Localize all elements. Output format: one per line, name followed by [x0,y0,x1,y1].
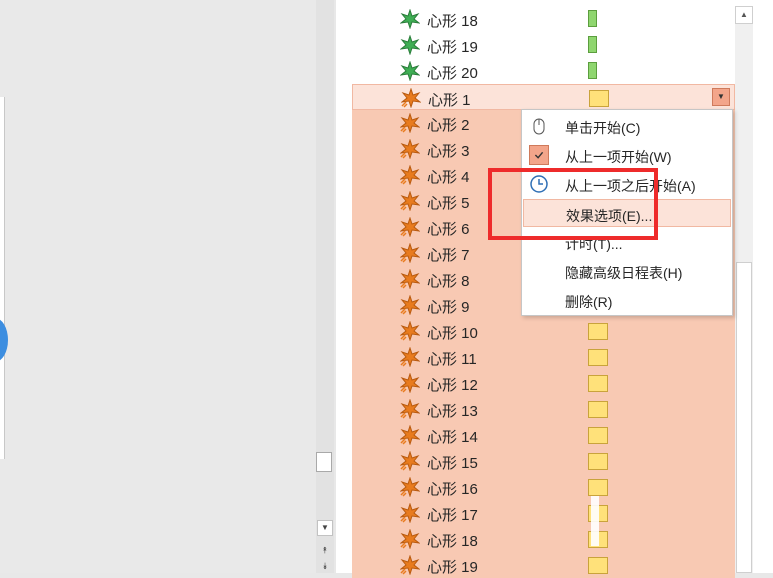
animation-item[interactable]: 心形 12 [352,370,735,396]
mouse-icon [533,118,545,135]
animation-item-label: 心形 18 [427,13,478,30]
emphasis-effect-icon [400,35,420,55]
timeline-bar[interactable] [588,453,608,470]
editor-scrollbar-thumb[interactable] [316,452,332,472]
animation-item[interactable]: 心形 18 [352,6,735,32]
animation-item-label: 心形 7 [427,247,470,264]
timeline-bar[interactable] [588,375,608,392]
entrance-effect-icon [400,139,420,159]
animation-item-label: 心形 4 [427,169,470,186]
entrance-effect-icon [400,555,420,575]
menu-item-label: 删除(R) [565,294,613,310]
check-icon [529,145,549,165]
entrance-effect-icon [400,399,420,419]
entrance-effect-icon [400,451,420,471]
animation-item[interactable]: 心形 16 [352,474,735,500]
timeline-bar[interactable] [588,401,608,418]
slide-canvas-edge [0,97,5,459]
timeline-bar[interactable] [588,427,608,444]
animation-item-label: 心形 3 [427,143,470,160]
next-slide-button[interactable]: ⯯ [317,560,333,573]
entrance-effect-icon [400,425,420,445]
context-menu-item[interactable]: 单击开始(C) [523,112,731,140]
entrance-effect-icon [400,347,420,367]
animation-item[interactable]: 心形 17 [352,500,735,526]
slide-editor-area[interactable] [0,0,316,573]
previous-slide-button[interactable]: ⯭ [317,543,333,557]
animation-item[interactable]: 心形 1 ▼ [352,84,735,110]
animation-item[interactable]: 心形 11 [352,344,735,370]
highlight-annotation [488,168,658,240]
editor-scrollbar[interactable] [316,0,334,573]
entrance-effect-icon [400,529,420,549]
timeline-bar[interactable] [588,36,597,53]
animation-item[interactable]: 心形 19 [352,32,735,58]
scroll-down-button[interactable]: ▼ [317,520,333,536]
animation-item-label: 心形 10 [427,325,478,342]
animation-item-label: 心形 1 [428,92,471,109]
timeline-bar[interactable] [588,323,608,340]
timeline-bar[interactable] [588,479,608,496]
entrance-effect-icon [400,477,420,497]
animation-item[interactable]: 心形 19 [352,552,735,578]
entrance-effect-icon [400,269,420,289]
animation-item-label: 心形 19 [427,559,478,576]
pane-scroll-up-button[interactable]: ▲ [735,6,753,24]
timeline-bar[interactable] [588,10,597,27]
menu-item-label: 隐藏高级日程表(H) [565,265,683,281]
entrance-effect-icon [400,243,420,263]
animation-item[interactable]: 心形 14 [352,422,735,448]
entrance-effect-icon [400,321,420,341]
animation-item-label: 心形 13 [427,403,478,420]
entrance-effect-icon [400,165,420,185]
timeline-bar[interactable] [588,349,608,366]
menu-item-label: 从上一项开始(W) [565,149,672,165]
emphasis-effect-icon [400,9,420,29]
timeline-bar[interactable] [588,62,597,79]
animation-item[interactable]: 心形 18 [352,526,735,552]
item-dropdown-button[interactable]: ▼ [712,88,730,106]
animation-item-label: 心形 14 [427,429,478,446]
entrance-effect-icon [401,88,421,108]
emphasis-effect-icon [400,61,420,81]
timeline-bar[interactable] [588,557,608,574]
animation-item-label: 心形 18 [427,533,478,550]
animation-item-label: 心形 6 [427,221,470,238]
entrance-effect-icon [400,113,420,133]
entrance-effect-icon [400,503,420,523]
animation-item-label: 心形 12 [427,377,478,394]
entrance-effect-icon [400,217,420,237]
animation-item[interactable]: 心形 20 [352,58,735,84]
mouse-cursor [591,496,599,546]
animation-item-label: 心形 5 [427,195,470,212]
animation-item-label: 心形 8 [427,273,470,290]
animation-item-label: 心形 2 [427,117,470,134]
pane-scrollbar-thumb[interactable] [736,262,752,573]
context-menu-item[interactable]: 从上一项开始(W) [523,141,731,169]
animation-item[interactable]: 心形 13 [352,396,735,422]
animation-item-label: 心形 15 [427,455,478,472]
animation-item-label: 心形 20 [427,65,478,82]
entrance-effect-icon [400,373,420,393]
animation-item-label: 心形 9 [427,299,470,316]
animation-item-label: 心形 16 [427,481,478,498]
animation-item-label: 心形 19 [427,39,478,56]
animation-item[interactable]: 心形 15 [352,448,735,474]
menu-item-label: 单击开始(C) [565,120,641,136]
animation-item-label: 心形 11 [427,351,477,368]
animation-item-label: 心形 17 [427,507,478,524]
context-menu-item[interactable]: 隐藏高级日程表(H) [523,257,731,285]
entrance-effect-icon [400,295,420,315]
timeline-bar[interactable] [589,90,609,107]
entrance-effect-icon [400,191,420,211]
animation-item[interactable]: 心形 10 [352,318,735,344]
context-menu-item[interactable]: 删除(R) [523,286,731,314]
